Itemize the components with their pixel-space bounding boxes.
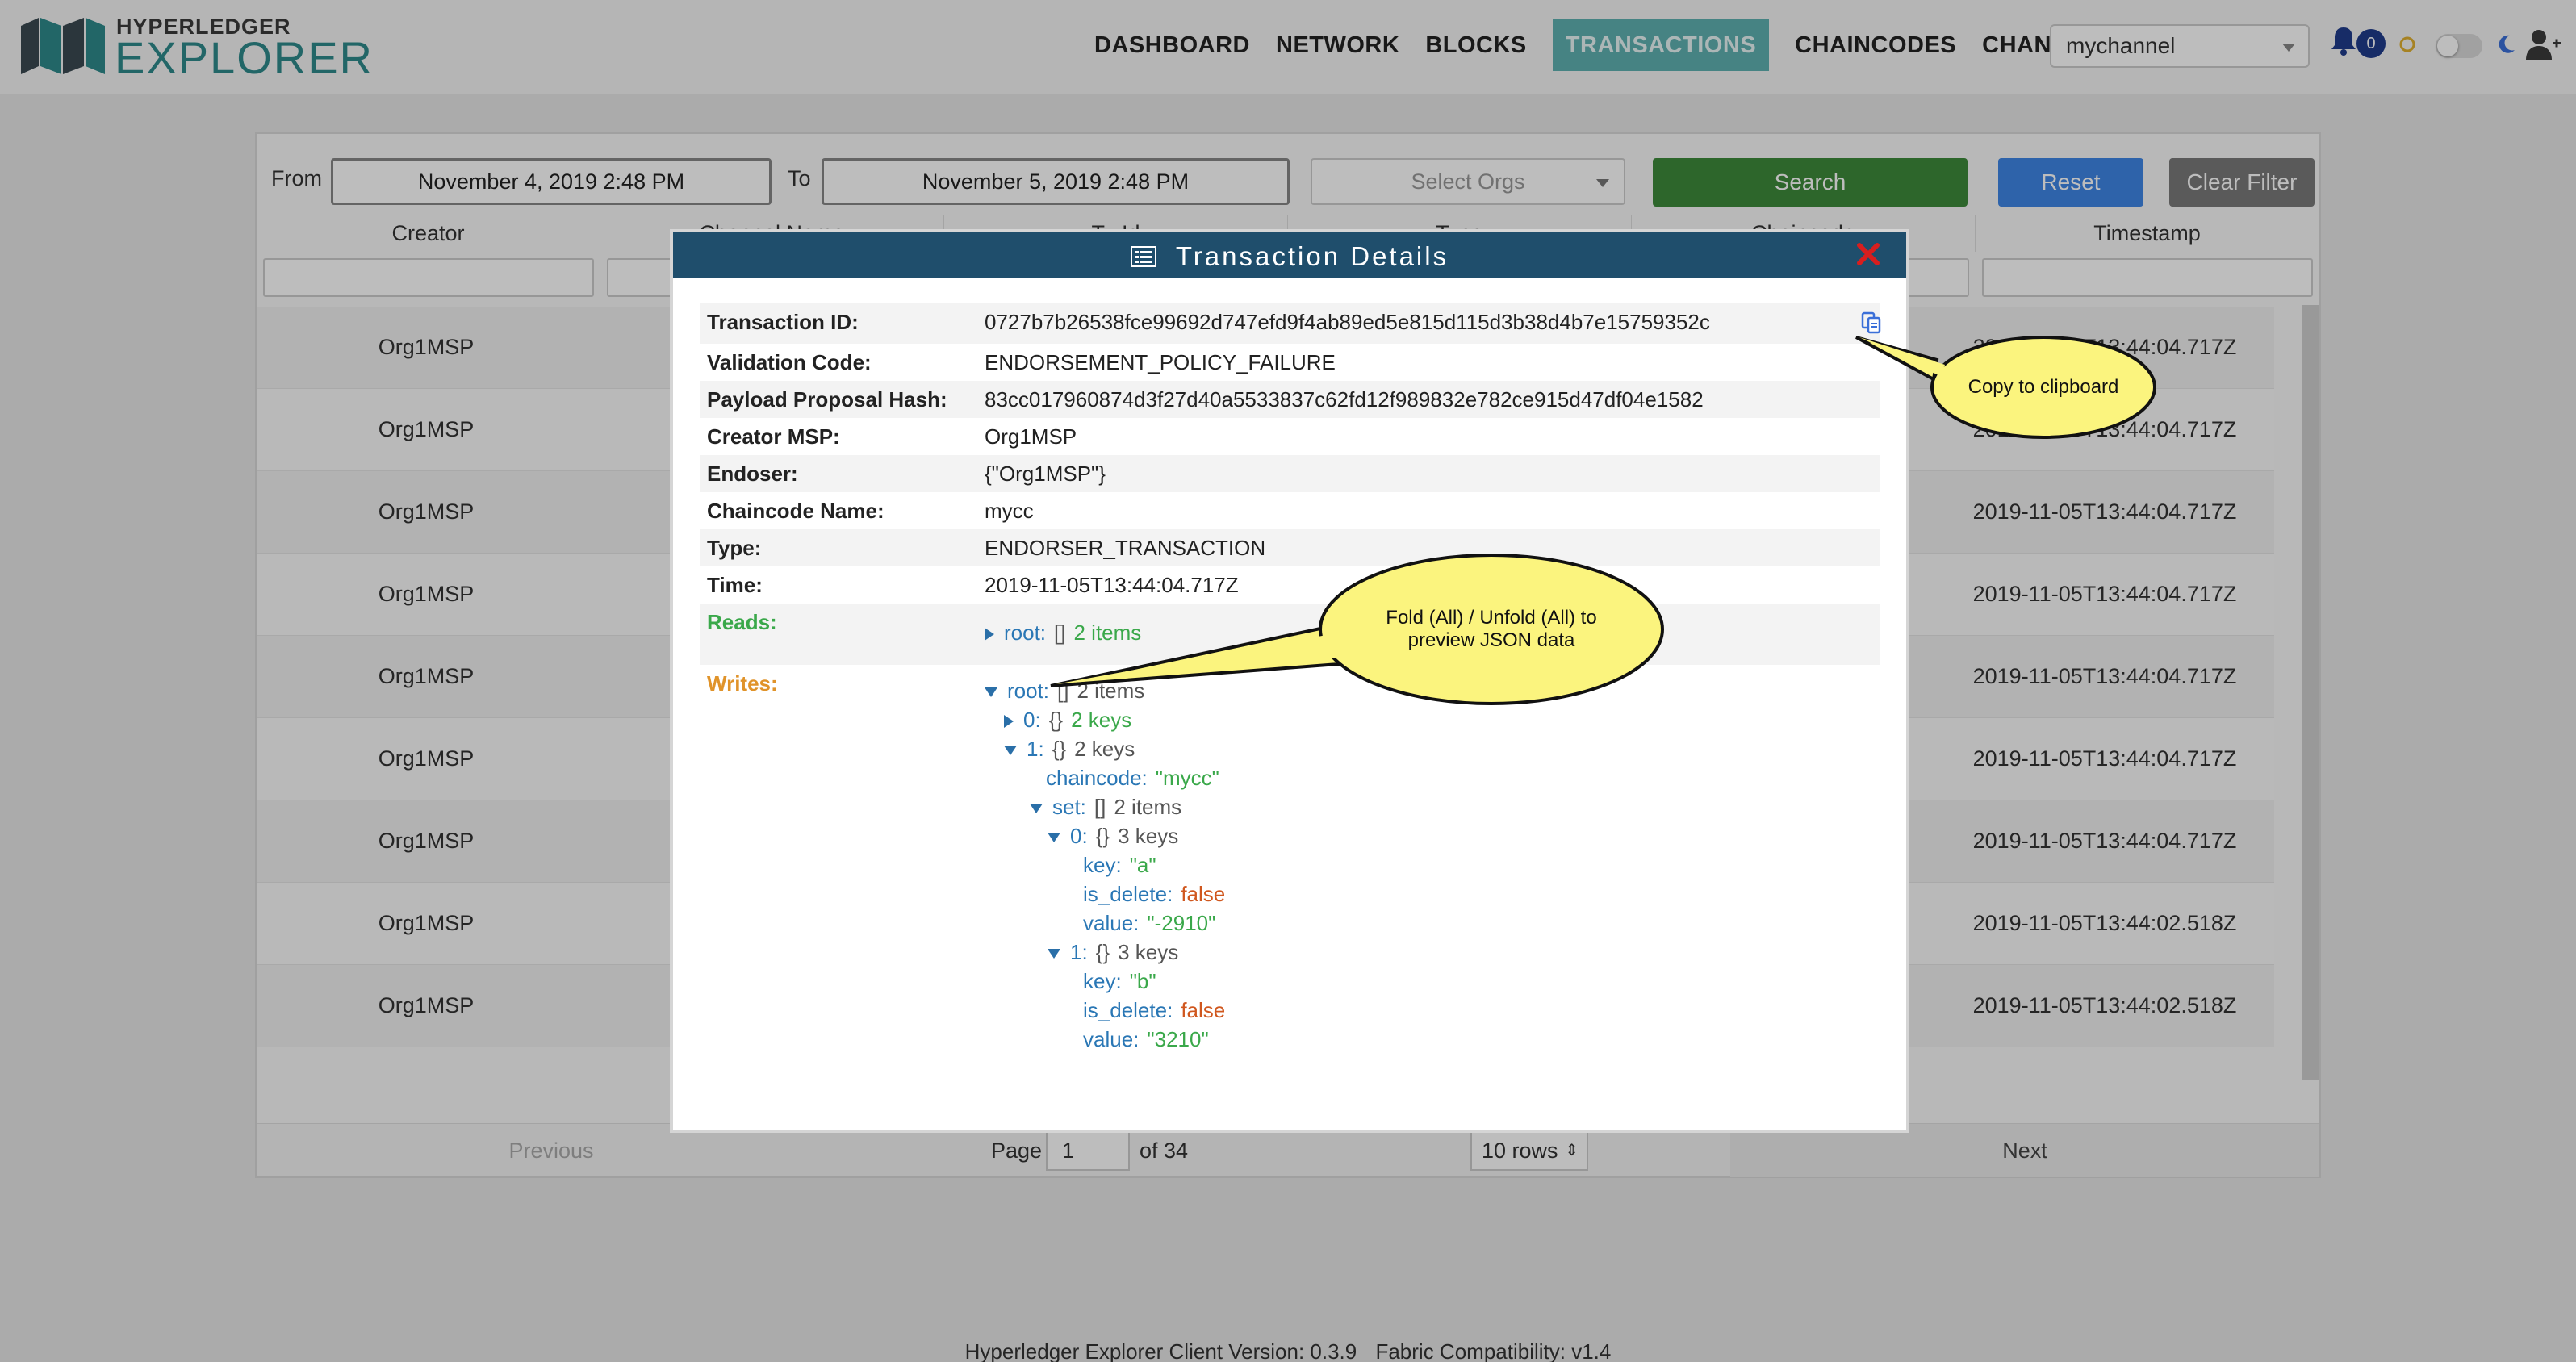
json-count: 2 keys <box>1071 708 1132 732</box>
detail-row-chaincode: Chaincode Name: mycc <box>700 492 1880 529</box>
collapse-arrow-icon[interactable] <box>1004 746 1017 756</box>
fold-callout-line-2: preview JSON data <box>1407 629 1575 651</box>
detail-label: Validation Code: <box>707 350 872 374</box>
json-count: 2 keys <box>1074 737 1135 761</box>
json-string-value: "-2910" <box>1147 911 1216 935</box>
json-count: 3 keys <box>1118 940 1179 964</box>
modal-body: Transaction ID: 0727b7b26538fce99692d747… <box>700 303 1882 1101</box>
detail-label: Creator MSP: <box>707 424 840 449</box>
detail-row-payload-hash: Payload Proposal Hash: 83cc017960874d3f2… <box>700 381 1880 418</box>
list-icon <box>1130 246 1156 267</box>
json-key: is_delete: <box>1083 998 1173 1022</box>
json-count: 3 keys <box>1118 824 1179 848</box>
json-leaf-is-delete: is_delete: false <box>985 879 1880 909</box>
detail-row-endorser: Endoser: {"Org1MSP"} <box>700 455 1880 492</box>
json-bracket: [] <box>1054 620 1066 645</box>
reads-label: Reads: <box>707 610 777 634</box>
json-leaf-value: value: "-2910" <box>985 909 1880 938</box>
writes-item-0-node[interactable]: 0: {} 2 keys <box>985 705 1880 734</box>
detail-row-time: Time: 2019-11-05T13:44:04.717Z <box>700 566 1880 604</box>
json-boolean-value: false <box>1181 998 1226 1022</box>
detail-label: Transaction ID: <box>707 310 859 334</box>
json-count: 2 items <box>1114 795 1182 819</box>
modal-title: Transaction Details <box>1175 241 1449 271</box>
json-key: root: <box>1007 679 1050 703</box>
writes-label: Writes: <box>707 671 778 696</box>
json-leaf-chaincode: chaincode: "mycc" <box>985 763 1880 792</box>
json-count: 2 items <box>1073 620 1142 645</box>
modal-title-wrap: Transaction Details <box>673 232 1906 281</box>
json-key: 1: <box>1027 737 1044 761</box>
detail-row-validation: Validation Code: ENDORSEMENT_POLICY_FAIL… <box>700 344 1880 381</box>
writes-root-node[interactable]: root: [] 2 items <box>985 676 1880 705</box>
writes-set-1-node[interactable]: 1: {} 3 keys <box>985 938 1880 967</box>
json-string-value: "b" <box>1129 969 1156 993</box>
json-key: 1: <box>1070 940 1088 964</box>
writes-set-0-node[interactable]: 0: {} 3 keys <box>985 821 1880 850</box>
detail-row-type: Type: ENDORSER_TRANSACTION <box>700 529 1880 566</box>
expand-arrow-icon[interactable] <box>985 628 994 641</box>
json-bracket: {} <box>1052 737 1067 761</box>
json-leaf-value: value: "3210" <box>985 1025 1880 1054</box>
close-icon[interactable] <box>1855 240 1882 268</box>
modal-header: Transaction Details <box>673 232 1906 278</box>
validation-code-value: ENDORSEMENT_POLICY_FAILURE <box>985 350 1336 374</box>
json-bracket: {} <box>1095 940 1110 964</box>
json-boolean-value: false <box>1181 882 1226 906</box>
json-key: value: <box>1083 911 1140 935</box>
copy-icon[interactable] <box>1861 311 1882 334</box>
collapse-arrow-icon[interactable] <box>1030 804 1043 814</box>
detail-label: Time: <box>707 573 763 597</box>
json-bracket: [] <box>1094 795 1106 819</box>
json-bracket: [] <box>1057 679 1069 703</box>
payload-hash-value: 83cc017960874d3f27d40a5533837c62fd12f989… <box>985 387 1704 412</box>
json-string-value: "a" <box>1129 853 1156 877</box>
writes-item-1-node[interactable]: 1: {} 2 keys <box>985 734 1880 763</box>
transaction-details-modal: Transaction Details Transaction ID: 0727… <box>670 229 1909 1133</box>
fold-callout-text: Fold (All) / Unfold (All) to preview JSO… <box>1348 607 1635 652</box>
json-leaf-key: key: "a" <box>985 850 1880 879</box>
type-value: ENDORSER_TRANSACTION <box>985 536 1266 560</box>
detail-label: Endoser: <box>707 462 798 486</box>
json-leaf-is-delete: is_delete: false <box>985 996 1880 1025</box>
json-key: key: <box>1083 969 1122 993</box>
detail-label: Chaincode Name: <box>707 499 884 523</box>
json-key: 0: <box>1023 708 1041 732</box>
json-key: value: <box>1083 1027 1140 1051</box>
detail-row-writes: Writes: root:[] 2 items 0:{} 2 keys 1:{} 2 … <box>700 665 1880 1101</box>
json-key: is_delete: <box>1083 882 1173 906</box>
fold-callout-line-1: Fold (All) / Unfold (All) to <box>1386 607 1597 629</box>
copy-callout-text: Copy to clipboard <box>1968 376 2119 398</box>
detail-label: Type: <box>707 536 762 560</box>
collapse-arrow-icon[interactable] <box>1048 949 1060 959</box>
transaction-id-value: 0727b7b26538fce99692d747efd9f4ab89ed5e81… <box>985 310 1710 334</box>
expand-arrow-icon[interactable] <box>1004 715 1014 729</box>
chaincode-name-value: mycc <box>985 499 1034 523</box>
json-key: key: <box>1083 853 1122 877</box>
json-bracket: {} <box>1048 708 1064 732</box>
creator-msp-value: Org1MSP <box>985 424 1077 449</box>
json-leaf-key: key: "b" <box>985 967 1880 996</box>
endorser-value: {"Org1MSP"} <box>985 462 1106 486</box>
writes-set-node[interactable]: set: [] 2 items <box>985 792 1880 821</box>
json-key: chaincode: <box>1046 766 1148 790</box>
detail-row-txid: Transaction ID: 0727b7b26538fce99692d747… <box>700 303 1882 344</box>
collapse-arrow-icon[interactable] <box>1048 833 1060 843</box>
detail-row-reads: Reads: root: [] 2 items <box>700 604 1880 665</box>
json-key: 0: <box>1070 824 1088 848</box>
json-string-value: "mycc" <box>1155 766 1219 790</box>
json-bracket: {} <box>1095 824 1110 848</box>
json-count: 2 items <box>1077 679 1145 703</box>
detail-row-creator-msp: Creator MSP: Org1MSP <box>700 418 1880 455</box>
detail-label: Payload Proposal Hash: <box>707 387 947 412</box>
json-key: set: <box>1052 795 1086 819</box>
json-key: root: <box>1004 620 1047 645</box>
time-value: 2019-11-05T13:44:04.717Z <box>985 573 1239 597</box>
json-string-value: "3210" <box>1147 1027 1209 1051</box>
writes-json-tree: root:[] 2 items 0:{} 2 keys 1:{} 2 keys cha… <box>985 665 1880 1101</box>
collapse-arrow-icon[interactable] <box>985 687 997 698</box>
